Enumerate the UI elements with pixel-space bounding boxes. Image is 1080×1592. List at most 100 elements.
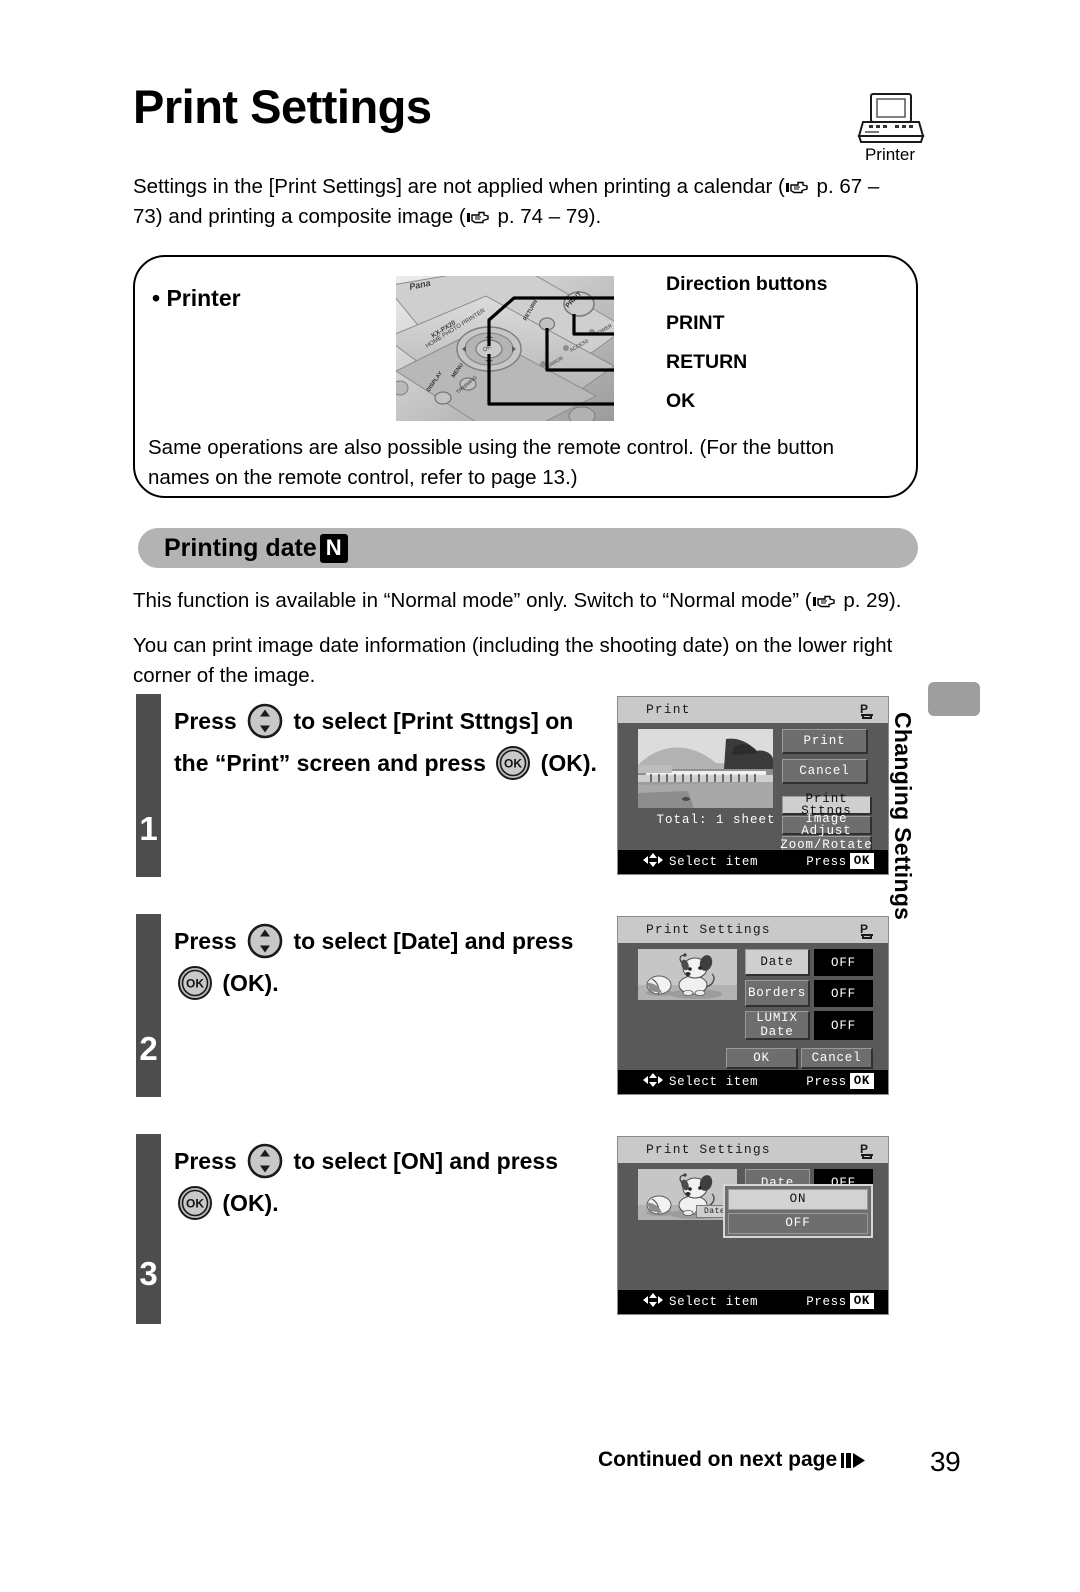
lcd-1-footer: Select item Press OK (618, 850, 888, 874)
lcd-2-footer: Select item Press OK (618, 1070, 888, 1094)
lcd-1-title-bar: Print P (618, 697, 888, 723)
lcd-1-total-value: 1 sheet (716, 813, 776, 827)
svg-text:P: P (860, 1142, 869, 1156)
svg-text:OK: OK (186, 977, 204, 991)
ok-button-icon: OK (494, 744, 532, 782)
step-3-text-a: Press (174, 1148, 244, 1174)
printer-badge-label: Printer (864, 145, 916, 164)
lcd-2-row-borders-value[interactable]: OFF (814, 980, 873, 1007)
section-heading-text: Printing date N (164, 534, 348, 563)
normal-mode-chip: N (319, 534, 348, 563)
continued-label: Continued on next page (598, 1448, 838, 1471)
intro-ref-b: p. 74 – 79). (491, 205, 602, 229)
lcd-2-row-date-label[interactable]: Date (745, 949, 810, 976)
callout-direction-buttons: Direction buttons (666, 273, 828, 295)
callout-return: RETURN (666, 351, 748, 373)
step-1-text: Press to select [Print Sttngs] on the “P… (174, 700, 604, 784)
lcd-2-row-borders-label[interactable]: Borders (745, 980, 810, 1007)
lcd-2-button-ok[interactable]: OK (726, 1048, 798, 1069)
lcd-3-option-off[interactable]: OFF (728, 1213, 868, 1234)
landscape-bridge-photo (638, 729, 773, 808)
dpad-arrows-icon (640, 852, 666, 867)
step-2-text: Press to select [Date] and press OK (OK)… (174, 920, 604, 1004)
lcd-1-body: Total: 1 sheet Print Cancel Print Sttngs… (618, 723, 888, 855)
note-printer-label: • Printer (152, 285, 241, 311)
ok-button-icon: OK (176, 964, 214, 1002)
date-info-paragraph: You can print image date information (in… (133, 634, 893, 688)
printer-status-icon: P (859, 702, 875, 719)
lcd-3-footer-left: Select item (640, 1290, 758, 1314)
intro-paragraph: Settings in the [Print Settings] are not… (133, 172, 903, 233)
step-3-text-c: (OK). (216, 1190, 279, 1216)
lcd-2-footer-left-text: Select item (669, 1075, 759, 1089)
pointing-hand-icon (812, 588, 837, 608)
lcd-1-button-image-adjust[interactable]: Image Adjust (782, 812, 872, 837)
lcd-3-title-bar: Print Settings P (618, 1137, 888, 1163)
lcd-2-title: Print Settings (646, 922, 771, 937)
lcd-2-button-cancel[interactable]: Cancel (801, 1048, 873, 1069)
lcd-2-row-date-value[interactable]: OFF (814, 949, 873, 976)
lcd-2-row-lumix-date-label[interactable]: LUMIX Date (745, 1011, 810, 1040)
lcd-3-footer-left-text: Select item (669, 1295, 759, 1309)
printer-status-icon: P (859, 922, 875, 939)
section-heading-label: Printing date (164, 534, 317, 562)
normal-mode-text-b: p. 29). (837, 589, 902, 612)
lcd-2-body: Date OFF Borders OFF LUMIX Date OFF OK C… (618, 943, 888, 1070)
step-3-bar (136, 1134, 161, 1324)
ok-button-icon: OK (176, 1184, 214, 1222)
puppy-and-ball-photo (638, 949, 737, 1000)
lcd-screen-print: Print P Total: 1 sheet Print Cancel Prin… (617, 696, 889, 875)
lcd-2-footer-right: Press OK (806, 1070, 874, 1094)
lcd-1-footer-left-text: Select item (669, 855, 759, 869)
note-box-footer-text: Same operations are also possible using … (148, 436, 834, 489)
lcd-1-footer-left: Select item (640, 850, 758, 874)
step-3-text-b: to select [ON] and press (287, 1148, 559, 1174)
lcd-2-row-lumix-date-value[interactable]: OFF (814, 1011, 873, 1040)
step-1-text-c: (OK). (534, 750, 597, 776)
direction-pad-icon (246, 702, 284, 740)
svg-text:P: P (860, 702, 869, 716)
lcd-1-button-print[interactable]: Print (782, 729, 868, 754)
next-page-arrow-icon (841, 1451, 867, 1468)
lcd-3-footer-right: Press OK (806, 1290, 874, 1314)
intro-ref-a: p. 67 (810, 175, 863, 198)
lcd-1-button-cancel[interactable]: Cancel (782, 759, 868, 784)
step-2-text-b: to select [Date] and press (287, 928, 574, 954)
page-title: Print Settings (133, 80, 432, 133)
callout-print: PRINT (666, 312, 725, 334)
step-1-text-a: Press (174, 708, 244, 734)
lcd-2-ok-chip: OK (849, 1073, 874, 1089)
step-2-bar (136, 914, 161, 1097)
side-tab-label: Changing Settings (890, 712, 916, 921)
lcd-3-press-label: Press (806, 1295, 847, 1309)
lcd-1-title: Print (646, 702, 691, 717)
dpad-arrows-icon (640, 1292, 666, 1307)
pointing-hand-icon (466, 204, 491, 224)
lcd-1-ok-chip: OK (849, 853, 874, 869)
svg-text:OK: OK (186, 1197, 204, 1211)
direction-pad-icon (246, 922, 284, 960)
lcd-1-press-label: Press (806, 855, 847, 869)
lcd-3-title: Print Settings (646, 1142, 771, 1157)
step-2-text-a: Press (174, 928, 244, 954)
lcd-3-body: Date Date OFF ON OFF (618, 1163, 888, 1290)
lcd-3-date-option-popup: ON OFF (723, 1184, 873, 1238)
continued-on-next-page: Continued on next page (598, 1448, 867, 1472)
step-2-number: 2 (139, 1030, 158, 1067)
step-3-number: 3 (139, 1255, 158, 1292)
lcd-screen-print-settings: Print Settings P Date OFF Borders OFF LU… (617, 916, 889, 1095)
step-1-number: 1 (139, 810, 158, 847)
lcd-2-title-bar: Print Settings P (618, 917, 888, 943)
lcd-1-total: Total: 1 sheet (646, 813, 786, 827)
lcd-3-ok-chip: OK (849, 1293, 874, 1309)
svg-text:P: P (860, 922, 869, 936)
printer-status-icon: P (859, 1142, 875, 1159)
page-number: 39 (930, 1446, 961, 1477)
step-3-text: Press to select [ON] and press OK (OK). (174, 1140, 604, 1224)
svg-text:OK: OK (504, 757, 522, 771)
callout-ok: OK (666, 390, 696, 412)
lcd-3-footer: Select item Press OK (618, 1290, 888, 1314)
lcd-3-option-on[interactable]: ON (728, 1189, 868, 1210)
step-2-text-c: (OK). (216, 970, 279, 996)
pointing-hand-icon (785, 174, 810, 194)
